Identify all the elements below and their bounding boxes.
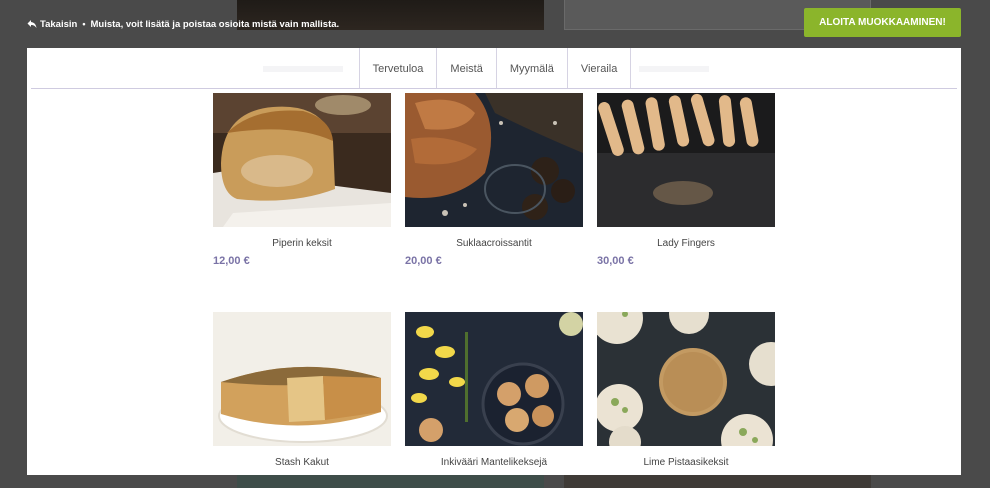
back-link[interactable]: Takaisin	[27, 19, 77, 30]
bread-loaf-photo[interactable]	[213, 93, 391, 227]
nav-item-meista[interactable]: Meistä	[436, 48, 495, 89]
product-card[interactable]: Lady Fingers 30,00 €	[597, 93, 775, 267]
product-price: 20,00 €	[405, 255, 442, 267]
product-card[interactable]: Stash Kakut	[213, 312, 391, 468]
product-card[interactable]: Lime Pistaasikeksit	[597, 312, 775, 468]
croissant-photo[interactable]	[405, 93, 583, 227]
separator-dot: •	[82, 19, 86, 29]
product-card[interactable]: Inkivääri Mantelikeksejä	[405, 312, 583, 468]
nav-item-vieraila[interactable]: Vieraila	[566, 48, 632, 89]
product-name[interactable]: Stash Kakut	[213, 457, 391, 468]
back-label: Takaisin	[40, 18, 78, 30]
product-name[interactable]: Lady Fingers	[597, 238, 775, 249]
nav-item-myymala[interactable]: Myymälä	[495, 48, 567, 89]
product-price: 30,00 €	[597, 255, 634, 267]
product-price: 12,00 €	[213, 255, 250, 267]
nav-list: Tervetuloa Meistä Myymälä Vieraila	[358, 48, 632, 89]
product-name[interactable]: Inkivääri Mantelikeksejä	[405, 457, 583, 468]
product-card[interactable]: Piperin keksit 12,00 €	[213, 93, 391, 267]
reply-arrow-icon	[27, 20, 37, 28]
site-nav: Tervetuloa Meistä Myymälä Vieraila	[27, 48, 961, 89]
product-name[interactable]: Suklaacroissantit	[405, 238, 583, 249]
notice-bar: Takaisin • Muista, voit lisätä ja poista…	[27, 16, 339, 32]
nav-item-tervetuloa[interactable]: Tervetuloa	[358, 48, 437, 89]
quiche-photo[interactable]	[213, 312, 391, 446]
product-name[interactable]: Piperin keksit	[213, 238, 391, 249]
notice-text: Muista, voit lisätä ja poistaa osioita m…	[90, 18, 340, 30]
nav-logo-placeholder	[263, 66, 343, 72]
template-preview-panel: Tervetuloa Meistä Myymälä Vieraila Piper…	[27, 48, 961, 475]
product-name[interactable]: Lime Pistaasikeksit	[597, 457, 775, 468]
start-editing-button[interactable]: ALOITA MUOKKAAMINEN!	[804, 8, 961, 37]
pistachio-cookies-photo[interactable]	[597, 312, 775, 446]
almond-cookies-photo[interactable]	[405, 312, 583, 446]
nav-divider	[31, 88, 957, 89]
product-card[interactable]: Suklaacroissantit 20,00 €	[405, 93, 583, 267]
nav-extra-placeholder	[639, 66, 709, 72]
lady-fingers-photo[interactable]	[597, 93, 775, 227]
